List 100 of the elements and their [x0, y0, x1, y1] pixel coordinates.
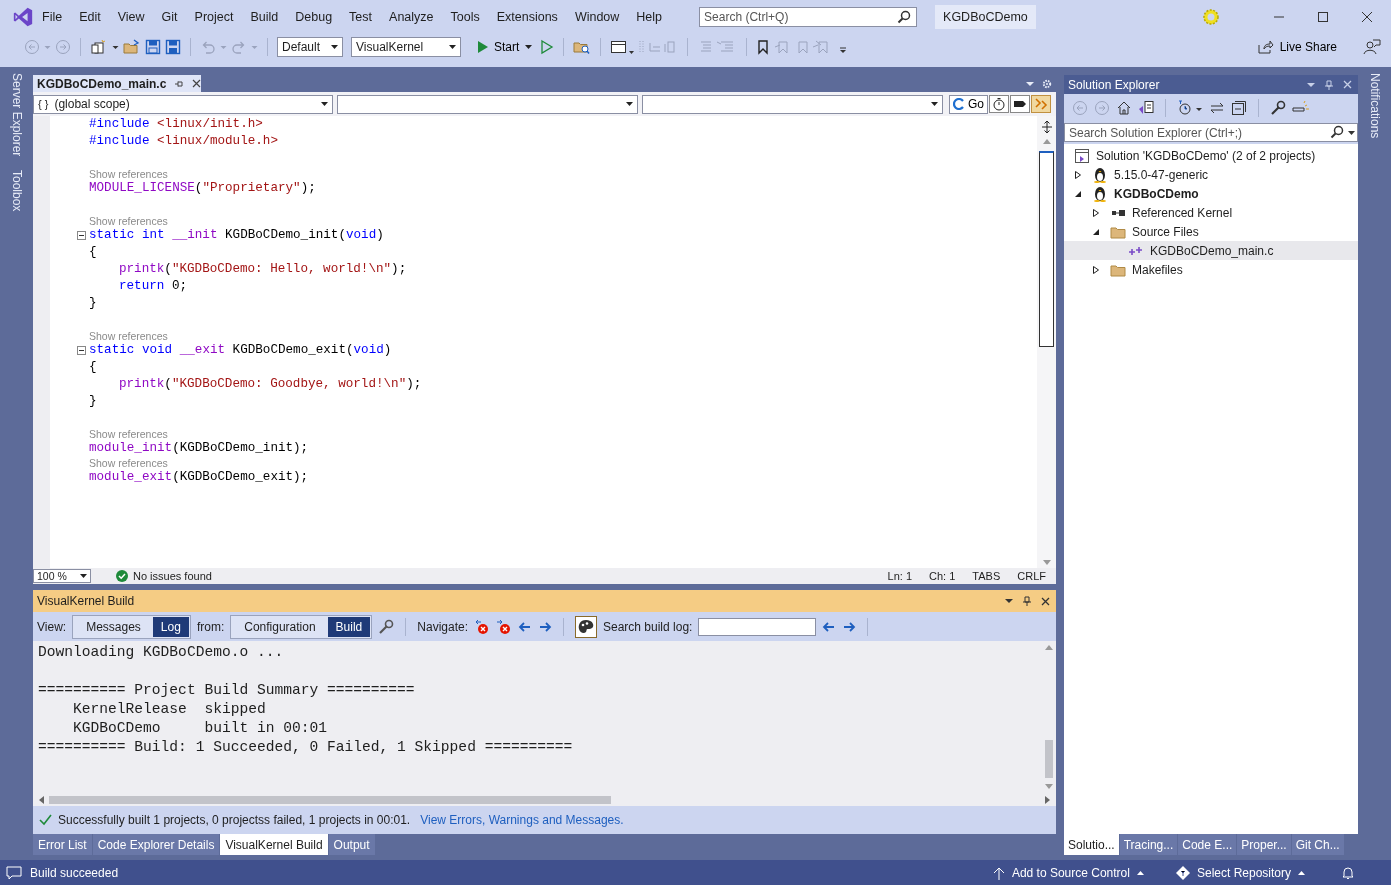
solution-view-icon[interactable] [1138, 100, 1154, 116]
menu-item[interactable]: Project [194, 7, 234, 26]
pin-icon[interactable] [174, 78, 185, 89]
bell-icon[interactable] [1341, 865, 1355, 880]
collapse-icon[interactable] [77, 231, 86, 240]
menu-item[interactable]: Window [574, 7, 620, 26]
references-link[interactable]: Show references [89, 330, 168, 342]
platform-dropdown[interactable]: VisualKernel [351, 37, 461, 57]
errors-link[interactable]: View Errors, Warnings and Messages. [420, 813, 624, 827]
vertical-scrollbar[interactable] [1037, 116, 1056, 568]
references-link[interactable]: Show references [89, 168, 168, 180]
start-button[interactable]: Start [473, 40, 537, 54]
scroll-up-icon[interactable] [1042, 139, 1051, 144]
bookmark-icon[interactable] [756, 39, 771, 55]
function-dropdown[interactable] [642, 94, 943, 114]
collapsed-icon[interactable] [1092, 208, 1100, 217]
menu-item[interactable]: File [42, 7, 63, 26]
play-outline-icon[interactable] [540, 39, 555, 55]
stopwatch-icon[interactable] [989, 95, 1009, 113]
tag-icon[interactable] [1010, 95, 1030, 113]
live-share-button[interactable]: Live Share [1253, 40, 1341, 54]
scroll-down-icon[interactable] [1045, 784, 1053, 789]
line-ending[interactable]: CRLF [1017, 570, 1046, 582]
panel-tab[interactable]: Output [328, 834, 375, 855]
collapsed-icon[interactable] [1074, 170, 1082, 179]
close-icon[interactable] [1361, 10, 1373, 23]
search-log-field[interactable] [698, 617, 817, 636]
search-field[interactable]: Search Solution Explorer (Ctrl+;) [1064, 123, 1358, 142]
scroll-up-icon[interactable] [1045, 645, 1053, 650]
source-toggle[interactable]: Configuration [232, 616, 328, 637]
panel-tab[interactable]: Solutio... [1064, 834, 1119, 855]
forward-arrow-icon[interactable] [538, 619, 552, 634]
expanded-icon[interactable] [1092, 227, 1100, 236]
source-control-button[interactable]: Add to Source Control [986, 864, 1150, 881]
expanded-icon[interactable] [1074, 189, 1082, 198]
collapse-icon[interactable] [77, 346, 86, 355]
references-link[interactable]: Show references [89, 428, 168, 440]
panel-tab[interactable]: Code E... [1178, 834, 1237, 855]
sync-icon[interactable] [1209, 100, 1225, 116]
line-position[interactable]: Ln: 1 [887, 570, 913, 582]
collapse-all-icon[interactable] [1231, 100, 1247, 116]
panel-tab[interactable]: Git Ch... [1291, 834, 1344, 855]
references-link[interactable]: Show references [89, 457, 168, 469]
menu-item[interactable]: Tools [450, 7, 480, 26]
menu-item[interactable]: Test [349, 7, 373, 26]
settings-icon[interactable] [1042, 78, 1052, 89]
close-icon[interactable] [1041, 596, 1050, 606]
tree-item[interactable]: 5.15.0-47-generic [1064, 165, 1358, 184]
dropdown-icon[interactable] [1348, 131, 1355, 135]
menu-item[interactable]: Analyze [389, 7, 434, 26]
member-dropdown[interactable] [337, 94, 638, 114]
view-toggle[interactable]: Log [152, 616, 189, 637]
forward-arrow-icon[interactable] [842, 619, 857, 634]
column-position[interactable]: Ch: 1 [929, 570, 956, 582]
indent-mode[interactable]: TABS [972, 570, 1001, 582]
search-field[interactable]: Search (Ctrl+Q) [699, 6, 918, 27]
window-icon[interactable] [610, 39, 635, 55]
scrollbar-thumb[interactable] [1045, 740, 1053, 778]
next-error-icon[interactable] [496, 618, 512, 635]
menu-item[interactable]: Debug [295, 7, 333, 26]
menu-item[interactable]: Help [636, 7, 663, 26]
feedback-person-icon[interactable] [1363, 39, 1381, 55]
split-icon[interactable] [1040, 120, 1053, 134]
panel-tab[interactable]: Code Explorer Details [92, 834, 220, 855]
tree-item[interactable]: Referenced Kernel [1064, 203, 1358, 222]
side-tab[interactable]: Server Explorer [9, 73, 24, 157]
menu-item[interactable]: View [117, 7, 145, 26]
wrench-icon[interactable] [1270, 100, 1286, 116]
scroll-right-icon[interactable] [1045, 795, 1050, 804]
maximize-icon[interactable] [1317, 10, 1329, 23]
scroll-down-icon[interactable] [1042, 560, 1051, 565]
panel-tab[interactable]: Error List [33, 834, 92, 855]
close-icon[interactable] [192, 79, 202, 88]
wrench-icon[interactable] [378, 618, 395, 635]
panel-tab[interactable]: Proper... [1237, 834, 1291, 855]
panel-tab[interactable]: VisualKernel Build [220, 834, 328, 855]
tree-item[interactable]: Solution 'KGDBoCDemo' (2 of 2 projects) [1064, 146, 1358, 165]
references-link[interactable]: Show references [89, 215, 168, 227]
back-arrow-icon[interactable] [518, 619, 532, 634]
view-toggle[interactable]: Messages [74, 616, 153, 637]
tree-item[interactable]: KGDBoCDemo_main.c [1064, 241, 1358, 260]
history-icon[interactable] [1177, 100, 1203, 116]
save-all-icon[interactable] [165, 39, 181, 55]
panel-tab[interactable]: Tracing... [1119, 834, 1178, 855]
document-tab[interactable]: KGDBoCDemo_main.c [33, 75, 201, 92]
folder-search-icon[interactable] [573, 39, 592, 55]
save-icon[interactable] [145, 39, 161, 55]
tree-item[interactable]: Source Files [1064, 222, 1358, 241]
horizontal-scrollbar[interactable] [33, 793, 1056, 806]
home-icon[interactable] [1116, 100, 1132, 116]
dropdown-icon[interactable] [1005, 597, 1013, 605]
palette-icon[interactable] [575, 615, 597, 638]
configuration-dropdown[interactable]: Default [277, 37, 343, 57]
pin-icon[interactable] [1023, 596, 1031, 606]
side-tab[interactable]: Notifications [1367, 73, 1382, 139]
scope-dropdown[interactable]: { } (global scope) [33, 94, 333, 114]
menu-item[interactable]: Git [161, 7, 178, 26]
menu-item[interactable]: Build [250, 7, 279, 26]
tree-item[interactable]: KGDBoCDemo [1064, 184, 1358, 203]
collapsed-icon[interactable] [1092, 265, 1100, 274]
